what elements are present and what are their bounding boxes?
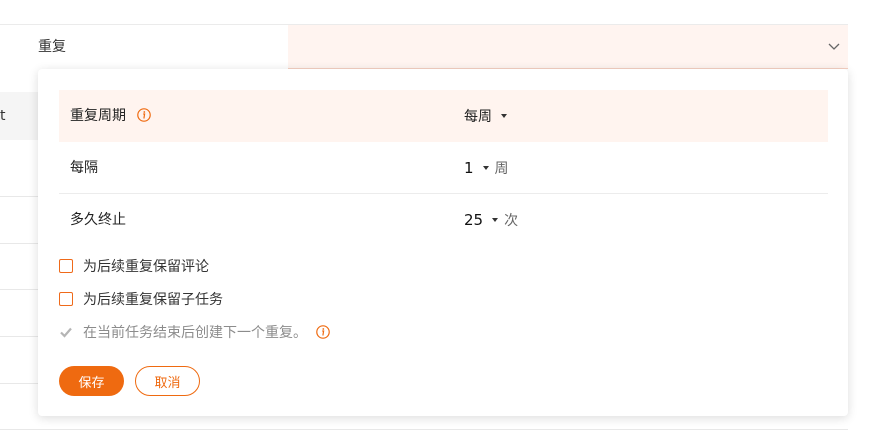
repeat-select[interactable]	[288, 25, 848, 69]
repeat-period-row: 重复周期 每周	[59, 90, 828, 142]
create-next-label: 在当前任务结束后创建下一个重复。	[83, 325, 307, 341]
repeat-field-row: 重复	[0, 25, 848, 69]
keep-comments-checkbox[interactable]	[59, 259, 73, 273]
interval-select[interactable]: 1 周	[464, 142, 509, 194]
caret-down-icon	[492, 218, 499, 222]
caret-down-icon	[501, 114, 507, 118]
end-after-value: 25	[464, 211, 484, 229]
repeat-period-label: 重复周期	[70, 108, 126, 124]
cancel-button[interactable]: 取消	[135, 366, 200, 396]
table-row-divider	[0, 429, 848, 430]
info-icon[interactable]	[137, 108, 152, 122]
create-next-checkbox-check-icon	[59, 325, 73, 339]
keep-subtasks-label: 为后续重复保留子任务	[83, 292, 223, 308]
interval-unit: 周	[494, 161, 509, 177]
chevron-down-icon[interactable]	[826, 38, 842, 54]
end-after-row: 多久终止 25 次	[59, 194, 828, 246]
create-next-option: 在当前任务结束后创建下一个重复。	[59, 322, 330, 342]
repeat-settings-popover: 重复周期 每周 每隔 1 周 多久终止 25 次 为后续重复保留评论 为后续重复…	[38, 69, 848, 416]
keep-comments-label: 为后续重复保留评论	[83, 259, 209, 275]
keep-comments-option[interactable]: 为后续重复保留评论	[59, 256, 209, 276]
end-after-unit: 次	[504, 213, 519, 229]
interval-label: 每隔	[70, 160, 98, 176]
repeat-field-label: 重复	[38, 39, 66, 55]
interval-value: 1	[464, 159, 474, 177]
repeat-period-value: 每周	[464, 109, 492, 125]
caret-down-icon	[482, 166, 489, 170]
repeat-period-select[interactable]: 每周	[464, 90, 513, 142]
repeat-period-label-wrap: 重复周期	[70, 90, 152, 142]
table-header-label: t	[0, 108, 6, 124]
info-icon[interactable]	[316, 325, 330, 339]
keep-subtasks-checkbox[interactable]	[59, 292, 73, 306]
save-button[interactable]: 保存	[59, 366, 124, 396]
end-after-label: 多久终止	[70, 212, 126, 228]
end-after-select[interactable]: 25 次	[464, 194, 518, 246]
interval-row: 每隔 1 周	[59, 142, 828, 194]
keep-subtasks-option[interactable]: 为后续重复保留子任务	[59, 289, 223, 309]
